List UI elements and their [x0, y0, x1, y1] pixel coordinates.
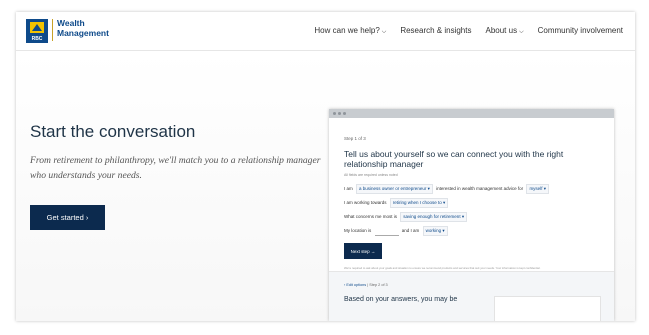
form-title: Tell us about yourself so we can connect… — [344, 149, 564, 169]
form-preview-image: Step 1 of 3 Tell us about yourself so we… — [329, 109, 614, 321]
advice-for-select: myself ▾ — [526, 184, 549, 194]
svg-text:RBC: RBC — [32, 36, 43, 42]
preview-next-step: ‹ Edit options | Step 2 of 3 Based on yo… — [329, 272, 614, 321]
nav-label: About us — [485, 26, 518, 35]
nav-how-can-we-help[interactable]: How can we help? ⌵ — [314, 26, 386, 36]
preview-step-nav: ‹ Edit options | Step 2 of 3 — [344, 283, 388, 287]
form-label: interested in wealth management advice f… — [436, 186, 524, 191]
nav-research-insights[interactable]: Research & insights — [400, 26, 471, 36]
occupation-select: a business owner or entrepreneur ▾ — [356, 184, 433, 194]
nav-community-involvement[interactable]: Community involvement — [538, 26, 623, 36]
nav-about-us[interactable]: About us ⌵ — [485, 26, 523, 36]
required-note: All fields are required unless noted — [344, 173, 398, 177]
browser-frame: RBC Wealth Management How can we help? ⌵ … — [16, 12, 635, 321]
window-dot-icon — [338, 112, 341, 115]
concern-select: saving enough for retirement ▾ — [400, 212, 468, 222]
form-label: and I am — [401, 228, 420, 233]
goal-select: retiring when I choose to ▾ — [389, 198, 449, 208]
form-row: My location is and I am working ▾ — [344, 226, 450, 236]
hero-subtitle: From retirement to philanthropy, we'll m… — [30, 155, 321, 181]
fine-print: We're required to ask about your goals a… — [344, 266, 541, 270]
result-card — [494, 296, 601, 321]
preview-window-bar — [329, 109, 614, 118]
results-title: Based on your answers, you may be — [344, 296, 458, 303]
edit-options-link: ‹ Edit options — [344, 283, 367, 287]
form-label: I am working towards — [344, 200, 387, 205]
get-started-button[interactable]: Get started › — [30, 205, 105, 230]
form-row: I am a business owner or entrepreneur ▾ … — [344, 184, 551, 194]
chevron-down-icon: ⌵ — [519, 29, 524, 35]
brand-line-2: Management — [57, 27, 109, 38]
step-indicator: Step 1 of 3 — [344, 136, 366, 141]
next-step-button: Next step → — [344, 243, 382, 259]
form-row: What concerns me most is saving enough f… — [344, 212, 469, 222]
hero-title: Start the conversation — [30, 122, 196, 141]
brand-name[interactable]: Wealth Management — [57, 18, 109, 38]
status-select: working ▾ — [422, 226, 448, 236]
main-nav: How can we help? ⌵ Research & insights Ab… — [314, 26, 623, 36]
window-dot-icon — [343, 112, 346, 115]
form-label: I am — [344, 186, 353, 191]
form-row: I am working towards retiring when I cho… — [344, 198, 450, 208]
rbc-logo-icon[interactable]: RBC — [26, 19, 48, 43]
location-field — [374, 229, 399, 236]
nav-label: How can we help? — [314, 26, 380, 35]
brand-divider — [52, 19, 53, 41]
form-label: My location is — [344, 228, 372, 233]
window-dot-icon — [333, 112, 336, 115]
site-header: RBC Wealth Management How can we help? ⌵ … — [16, 12, 635, 51]
step-indicator: Step 2 of 3 — [369, 283, 388, 287]
chevron-down-icon: ⌵ — [381, 29, 387, 35]
form-label: What concerns me most is — [344, 214, 398, 219]
